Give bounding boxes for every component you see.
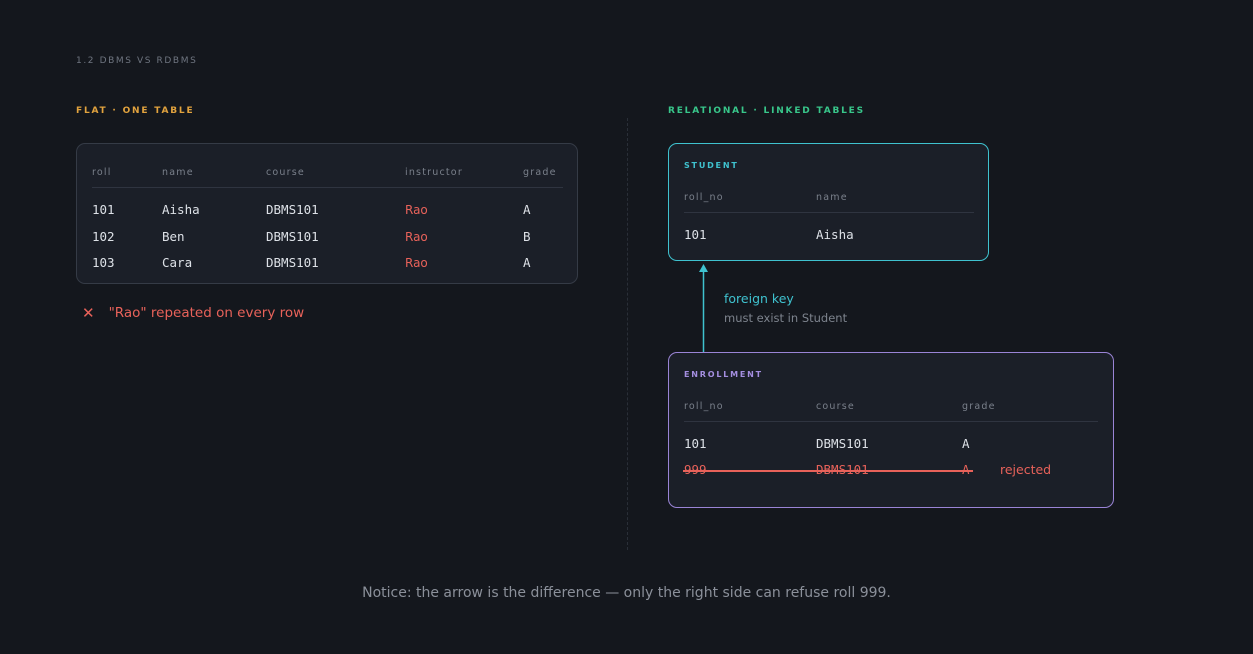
table-cell: 102 [92,229,115,244]
warning-text: "Rao" repeated on every row [108,305,305,321]
enrollment-header-grade: grade [962,401,996,412]
enrollment-table-title: ENROLLMENT [684,370,763,379]
notice-caption: Notice: the arrow is the difference — on… [362,585,891,601]
student-header-roll-no: roll_no [684,192,724,203]
panel-divider [627,118,628,550]
table-cell: 103 [92,255,115,270]
foreign-key-arrow [699,264,708,352]
table-cell: A [523,202,531,217]
flat-header-rule [92,187,563,188]
table-cell: 101 [684,436,707,451]
table-cell: A [523,255,531,270]
foreign-key-note: must exist in Student [724,311,848,325]
table-cell-repeated: Rao [405,256,428,270]
relational-panel-title: RELATIONAL · LINKED TABLES [668,106,865,116]
table-cell: A [962,436,970,451]
table-cell: 101 [684,227,707,242]
table-cell: DBMS101 [266,202,319,217]
close-x-icon: ✕ [82,304,95,322]
flat-header-roll: roll [92,167,112,178]
table-cell: Aisha [162,202,200,217]
enrollment-table: ENROLLMENT roll_no course grade 101 DBMS… [668,352,1114,508]
enrollment-header-rule [684,421,1098,422]
foreign-key-label: foreign key [724,291,794,306]
student-header-name: name [816,192,848,203]
enrollment-header-roll-no: roll_no [684,401,724,412]
flat-header-instructor: instructor [405,167,463,178]
flat-table: roll name course instructor grade 101 Ai… [76,143,578,284]
section-label: 1.2 DBMS VS RDBMS [76,56,198,66]
table-cell: DBMS101 [266,229,319,244]
flat-header-grade: grade [523,167,557,178]
table-cell: B [523,229,531,244]
rejected-label: rejected [1000,462,1052,477]
table-cell-repeated: Rao [405,203,428,217]
flat-panel-title: FLAT · ONE TABLE [76,106,195,116]
student-header-rule [684,212,974,213]
flat-header-course: course [266,167,305,178]
table-cell: DBMS101 [266,255,319,270]
table-cell: 101 [92,202,115,217]
table-cell: Cara [162,255,193,270]
table-cell: Ben [162,229,185,244]
table-cell-repeated: Rao [405,230,428,244]
student-table-title: STUDENT [684,161,739,170]
student-table: STUDENT roll_no name 101 Aisha [668,143,989,261]
redundancy-warning: ✕ "Rao" repeated on every row [82,304,304,322]
enrollment-header-course: course [816,401,855,412]
table-cell: Aisha [816,227,854,242]
table-cell: DBMS101 [816,436,869,451]
flat-header-name: name [162,167,194,178]
strikethrough-line [683,470,973,472]
